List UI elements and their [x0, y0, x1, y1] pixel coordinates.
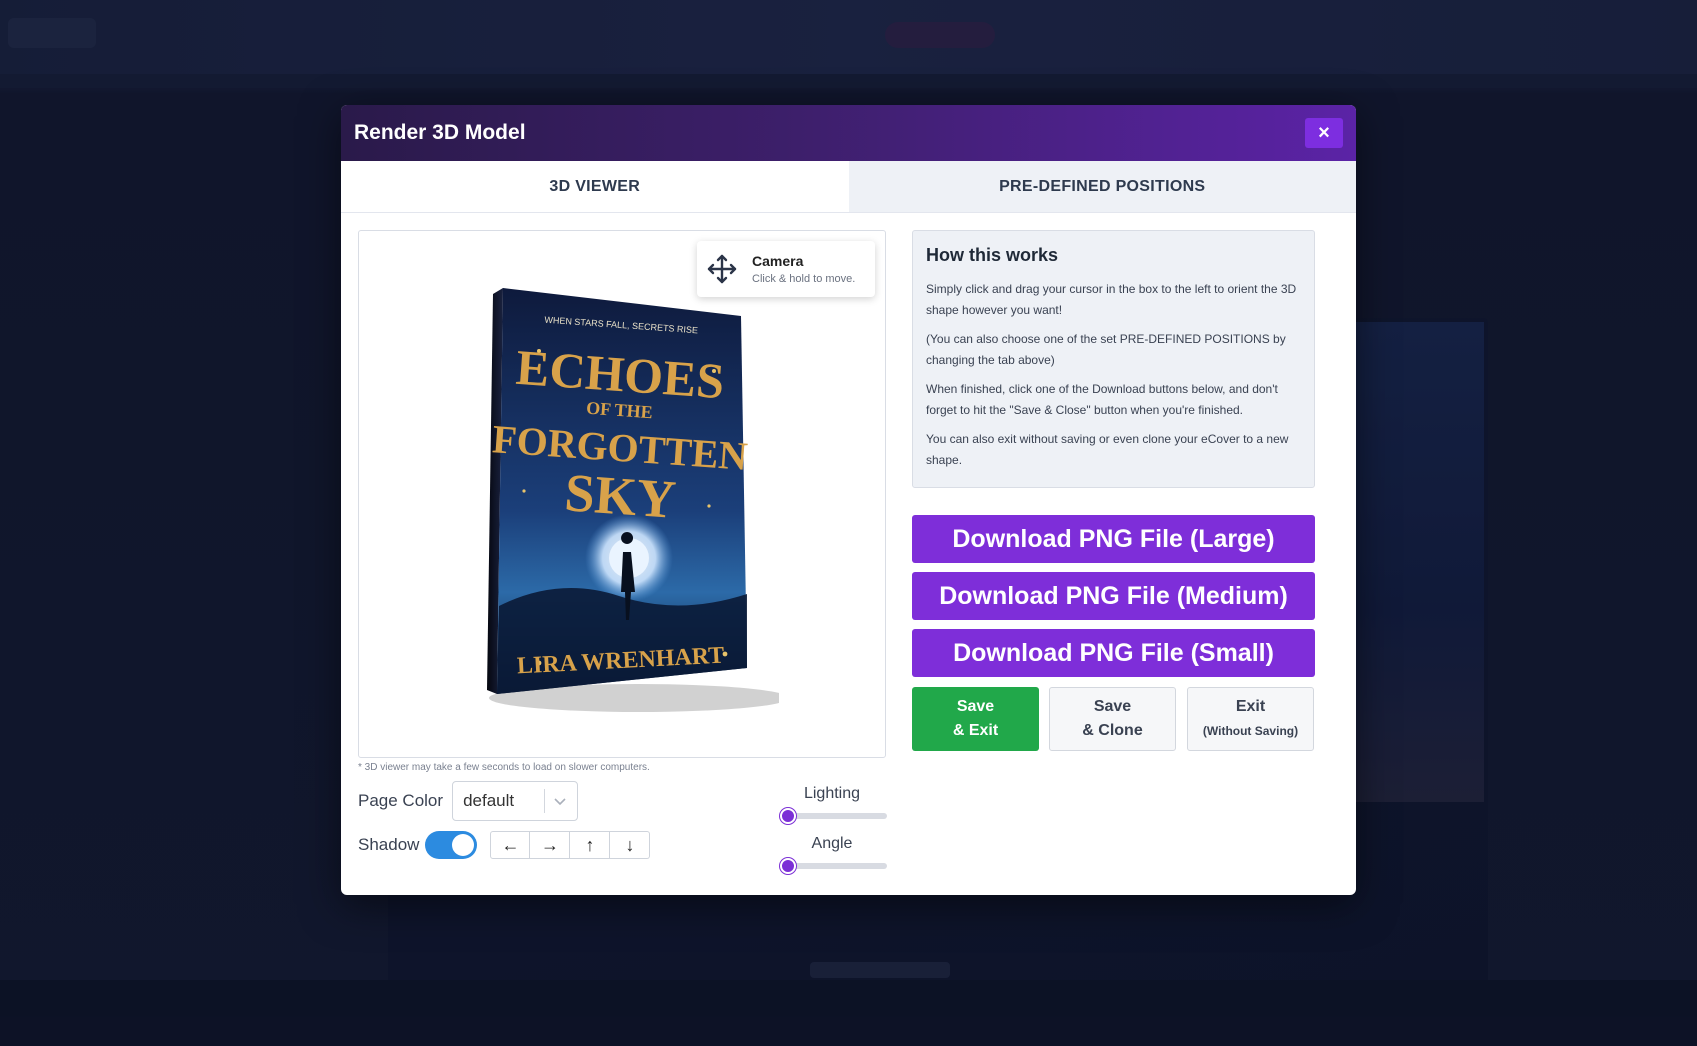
arrow-left-button[interactable]: ← — [490, 831, 531, 859]
save-exit-line1: Save — [956, 698, 995, 715]
info-paragraph: When finished, click one of the Download… — [926, 382, 1278, 417]
shadow-label: Shadow — [358, 835, 420, 854]
camera-tooltip: Camera Click & hold to move. — [697, 241, 875, 297]
arrow-right-button[interactable]: → — [530, 831, 571, 859]
download-png-medium-button[interactable]: Download PNG File (Medium) — [912, 572, 1315, 620]
lighting-slider-thumb[interactable] — [780, 808, 796, 824]
angle-slider[interactable] — [780, 858, 887, 874]
arrow-up-button[interactable]: ↑ — [570, 831, 611, 859]
how-this-works-panel: How this works Simply click and drag you… — [912, 230, 1315, 488]
arrow-down-button[interactable]: ↓ — [610, 831, 651, 859]
tab-3d-viewer[interactable]: 3D VIEWER — [341, 161, 849, 212]
page-color-select[interactable]: default — [452, 781, 579, 821]
modal-body: WHEN STARS FALL, SECRETS RISE ECHOES OF … — [341, 213, 1356, 895]
exit-without-saving-button[interactable]: Exit (Without Saving) — [1187, 687, 1314, 751]
lighting-slider[interactable] — [780, 808, 887, 824]
save-clone-line2: & Clone — [1082, 722, 1143, 739]
angle-slider-thumb[interactable] — [780, 858, 796, 874]
page-color-value: default — [463, 791, 515, 810]
info-heading: How this works — [926, 245, 1059, 265]
angle-label: Angle — [811, 835, 853, 852]
info-paragraph: (You can also choose one of the set PRE-… — [926, 332, 1286, 367]
tab-bar: 3D VIEWER PRE-DEFINED POSITIONS — [341, 161, 1356, 213]
3d-viewer-canvas[interactable]: WHEN STARS FALL, SECRETS RISE ECHOES OF … — [358, 230, 886, 758]
shadow-row: Shadow ← → ↑ ↓ — [358, 831, 651, 859]
close-button[interactable]: × — [1305, 118, 1343, 148]
exit-line2: (Without Saving) — [1202, 724, 1299, 738]
modal-header: Render 3D Model × — [341, 105, 1356, 161]
lighting-control: Lighting — [777, 785, 887, 824]
save-exit-line2: & Exit — [952, 722, 999, 739]
viewer-controls: Page Color default Shadow ← → ↑ ↓ — [358, 781, 651, 859]
page-color-row: Page Color default — [358, 781, 650, 821]
tab-pre-defined-positions[interactable]: PRE-DEFINED POSITIONS — [848, 161, 1356, 212]
book-3d-model: WHEN STARS FALL, SECRETS RISE ECHOES OF … — [479, 276, 789, 716]
download-png-large-button[interactable]: Download PNG File (Large) — [912, 515, 1315, 563]
move-icon — [707, 254, 737, 284]
lighting-label: Lighting — [803, 785, 861, 802]
info-paragraph: Simply click and drag your cursor in the… — [926, 282, 1297, 317]
camera-title: Camera — [752, 253, 804, 269]
angle-control: Angle — [777, 835, 887, 874]
chevron-down-icon — [554, 798, 566, 806]
save-clone-line1: Save — [1093, 698, 1132, 715]
viewer-load-note: * 3D viewer may take a few seconds to lo… — [358, 762, 650, 773]
select-separator — [544, 789, 546, 813]
info-paragraph: You can also exit without saving or even… — [926, 432, 1289, 467]
page-color-label: Page Color — [358, 791, 444, 810]
exit-line1: Exit — [1235, 698, 1266, 715]
save-exit-button[interactable]: Save & Exit — [912, 687, 1039, 751]
rotate-arrows: ← → ↑ ↓ — [490, 831, 651, 859]
save-clone-button[interactable]: Save & Clone — [1049, 687, 1176, 751]
render-3d-modal: Render 3D Model × 3D VIEWER PRE-DEFINED … — [341, 105, 1356, 895]
modal-title: Render 3D Model — [354, 121, 526, 144]
book-title-line4: SKY — [563, 462, 678, 530]
camera-hint: Click & hold to move. — [752, 273, 856, 285]
shadow-toggle[interactable] — [425, 831, 478, 859]
download-png-small-button[interactable]: Download PNG File (Small) — [912, 629, 1315, 677]
